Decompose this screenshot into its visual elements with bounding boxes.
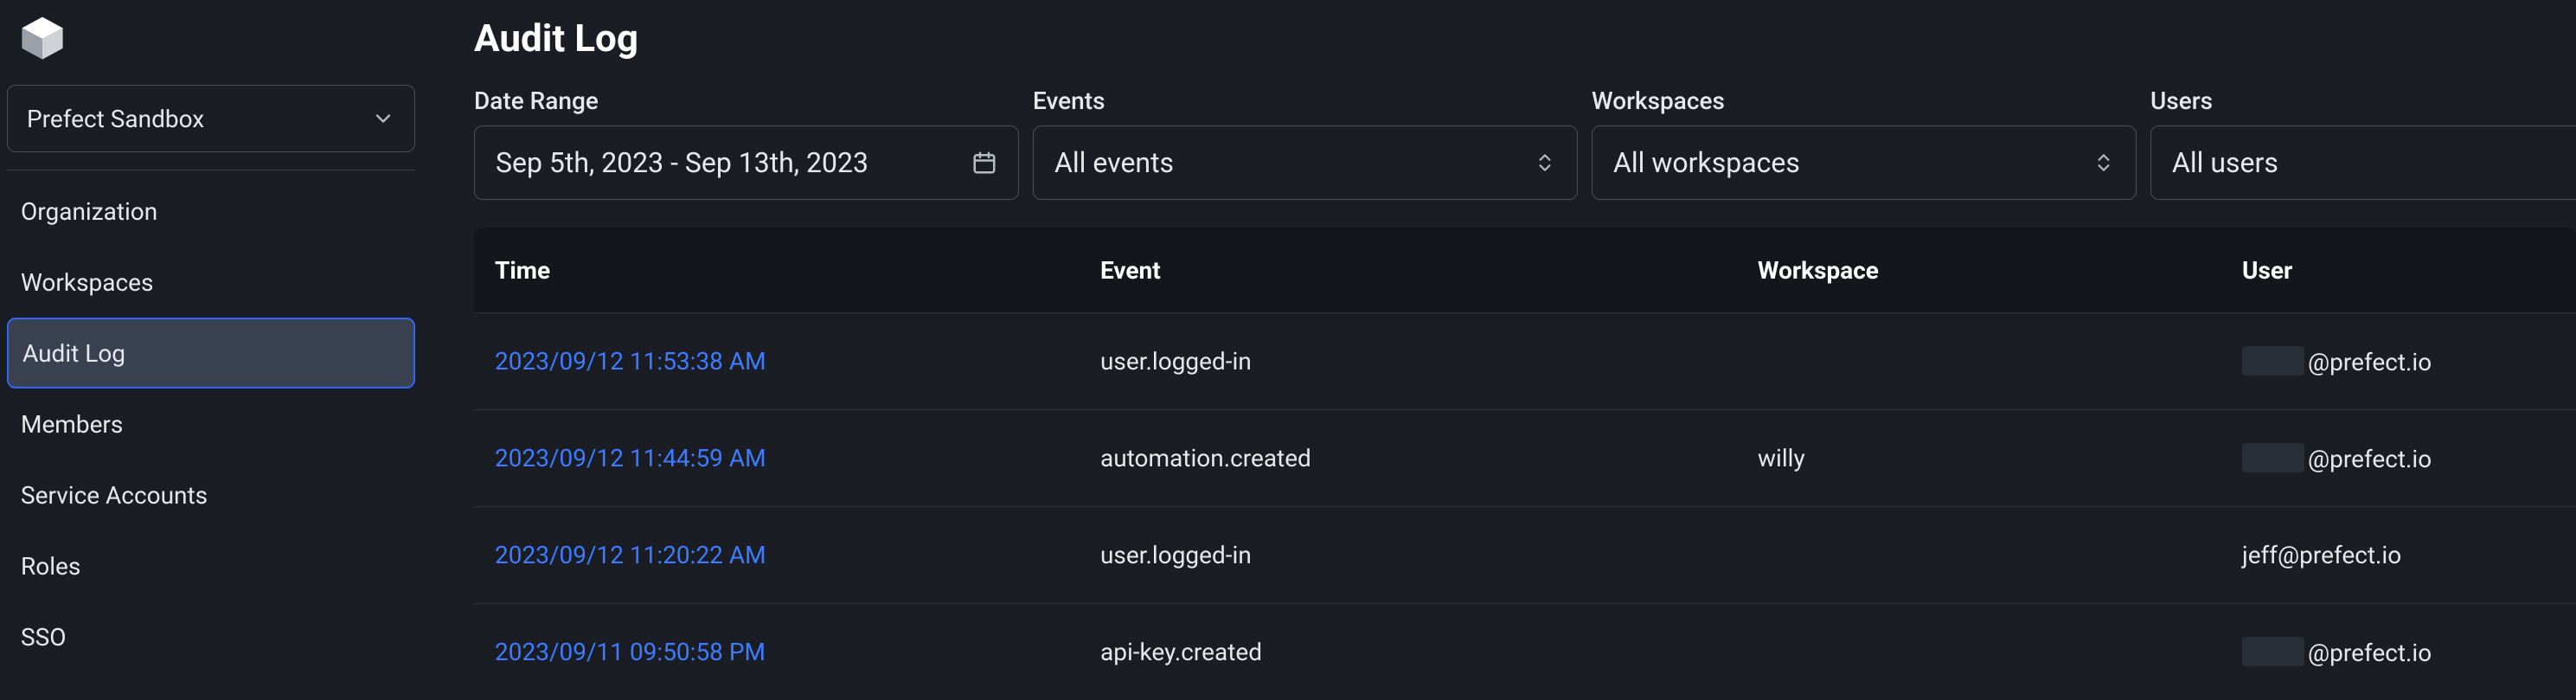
users-select[interactable]: All users [2150,125,2576,200]
audit-user-cell: @prefect.io [2242,637,2555,667]
audit-time-link[interactable]: 2023/09/12 11:44:59 AM [495,444,766,472]
filter-workspaces: Workspaces All workspaces [1592,87,2137,200]
workspace-selector-label: Prefect Sandbox [27,105,204,133]
workspace-selector[interactable]: Prefect Sandbox [7,85,415,152]
calendar-icon [971,150,997,176]
audit-event-cell: api-key.created [1100,638,1758,666]
sidebar-item-label: Audit Log [22,339,125,368]
sidebar-item-audit-log[interactable]: Audit Log [7,318,415,389]
page-title: Audit Log [474,16,2576,61]
table-row: 2023/09/12 11:20:22 AM user.logged-in je… [474,506,2576,603]
chevrons-up-down-icon [2092,151,2115,174]
redacted-block [2242,637,2304,666]
column-header-time: Time [495,256,1100,285]
filter-events: Events All events [1033,87,1578,200]
date-range-picker[interactable]: Sep 5th, 2023 - Sep 13th, 2023 [474,125,1019,200]
filter-users: Users All users [2150,87,2576,200]
audit-user-cell: @prefect.io [2242,443,2555,473]
sidebar-item-label: Organization [21,197,157,226]
logo [7,10,415,74]
audit-user-cell: @prefect.io [2242,346,2555,376]
sidebar-item-label: Roles [21,552,80,581]
redacted-block [2242,346,2304,376]
table-row: 2023/09/12 11:53:38 AM user.logged-in @p… [474,312,2576,409]
user-email-suffix: @prefect.io [2308,445,2432,473]
audit-event-cell: user.logged-in [1100,347,1758,376]
column-header-event: Event [1100,256,1758,285]
user-email: jeff@prefect.io [2242,541,2401,569]
audit-time-link[interactable]: 2023/09/11 09:50:58 PM [495,638,766,666]
sidebar-item-organization[interactable]: Organization [7,176,415,247]
workspaces-value: All workspaces [1613,146,1800,179]
audit-user-cell: jeff@prefect.io [2242,541,2555,569]
filter-label: Events [1033,87,1578,115]
audit-time-link[interactable]: 2023/09/12 11:20:22 AM [495,541,766,569]
audit-event-cell: automation.created [1100,444,1758,472]
chevron-down-icon [371,106,395,131]
sidebar-item-sso[interactable]: SSO [7,601,415,672]
user-email-suffix: @prefect.io [2308,348,2432,376]
table-header: Time Event Workspace User [474,228,2576,312]
sidebar-item-service-accounts[interactable]: Service Accounts [7,459,415,530]
column-header-workspace: Workspace [1758,256,2242,285]
prefect-logo-icon [17,14,67,64]
date-range-value: Sep 5th, 2023 - Sep 13th, 2023 [496,146,868,179]
audit-event-cell: user.logged-in [1100,541,1758,569]
sidebar-item-members[interactable]: Members [7,389,415,459]
audit-time-link[interactable]: 2023/09/12 11:53:38 AM [495,347,766,376]
events-value: All events [1054,146,1174,179]
events-select[interactable]: All events [1033,125,1578,200]
filter-label: Date Range [474,87,1019,115]
filter-date-range: Date Range Sep 5th, 2023 - Sep 13th, 202… [474,87,1019,200]
filter-label: Workspaces [1592,87,2137,115]
sidebar-item-label: Workspaces [21,268,153,297]
audit-workspace-cell: willy [1758,444,2242,472]
sidebar-item-workspaces[interactable]: Workspaces [7,247,415,318]
sidebar-item-roles[interactable]: Roles [7,530,415,601]
chevrons-up-down-icon [1534,151,1556,174]
audit-log-table: Time Event Workspace User 2023/09/12 11:… [474,228,2576,700]
user-email-suffix: @prefect.io [2308,639,2432,667]
sidebar-nav: Organization Workspaces Audit Log Member… [7,176,415,672]
sidebar-item-label: SSO [21,623,67,652]
sidebar-item-label: Service Accounts [21,481,208,510]
column-header-user: User [2242,256,2555,285]
redacted-block [2242,443,2304,472]
sidebar-item-label: Members [21,410,123,439]
filters-row: Date Range Sep 5th, 2023 - Sep 13th, 202… [474,87,2576,200]
table-row: 2023/09/11 09:50:58 PM api-key.created @… [474,603,2576,700]
main: Audit Log Date Range Sep 5th, 2023 - Sep… [422,0,2576,696]
sidebar: Prefect Sandbox Organization Workspaces … [0,0,422,696]
workspaces-select[interactable]: All workspaces [1592,125,2137,200]
users-value: All users [2172,146,2278,179]
table-row: 2023/09/12 11:44:59 AM automation.create… [474,409,2576,506]
filter-label: Users [2150,87,2576,115]
